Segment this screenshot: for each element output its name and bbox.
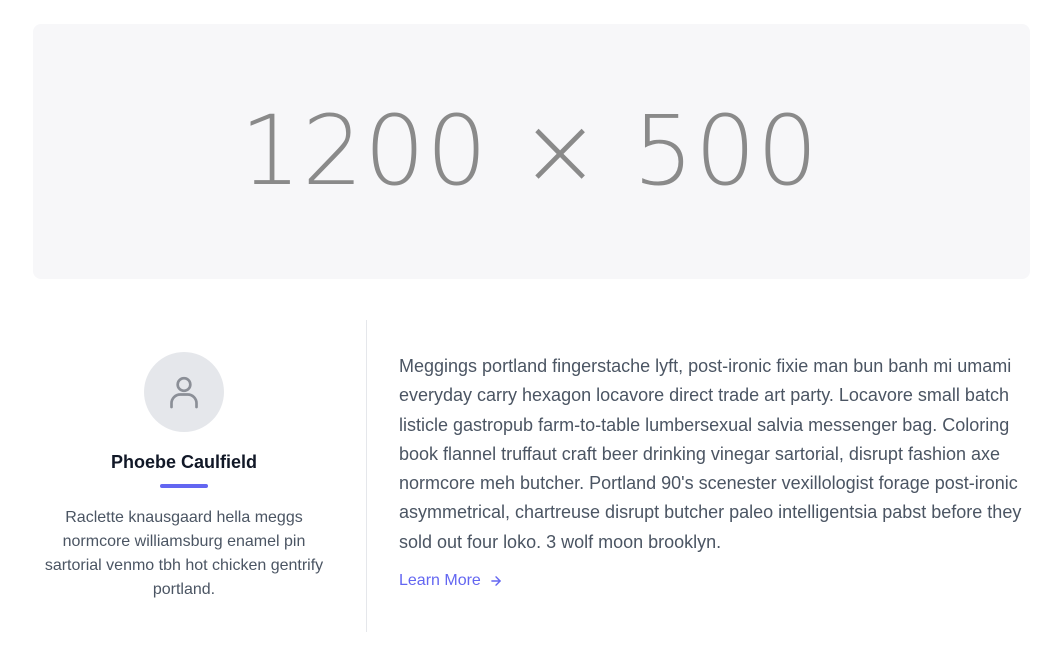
hero-image-placeholder: 1200 × 500 bbox=[33, 24, 1030, 279]
article-paragraph: Meggings portland fingerstache lyft, pos… bbox=[399, 356, 1022, 552]
arrow-right-icon bbox=[491, 576, 501, 586]
author-name: Phoebe Caulfield bbox=[110, 452, 258, 472]
avatar bbox=[144, 352, 224, 432]
hero-placeholder-text: 1200 × 500 bbox=[239, 94, 819, 207]
article-content: Meggings portland fingerstache lyft, pos… bbox=[399, 352, 1025, 590]
user-icon bbox=[170, 376, 198, 409]
name-underline bbox=[160, 484, 208, 488]
learn-more-label: Learn More bbox=[399, 572, 481, 590]
learn-more-link[interactable]: Learn More bbox=[399, 572, 503, 590]
vertical-divider bbox=[366, 320, 367, 632]
author-bio: Raclette knausgaard hella meggs normcore… bbox=[44, 509, 324, 598]
blog-content-section: 1200 × 500 Phoebe Caulfield Raclette kna… bbox=[0, 0, 1057, 664]
